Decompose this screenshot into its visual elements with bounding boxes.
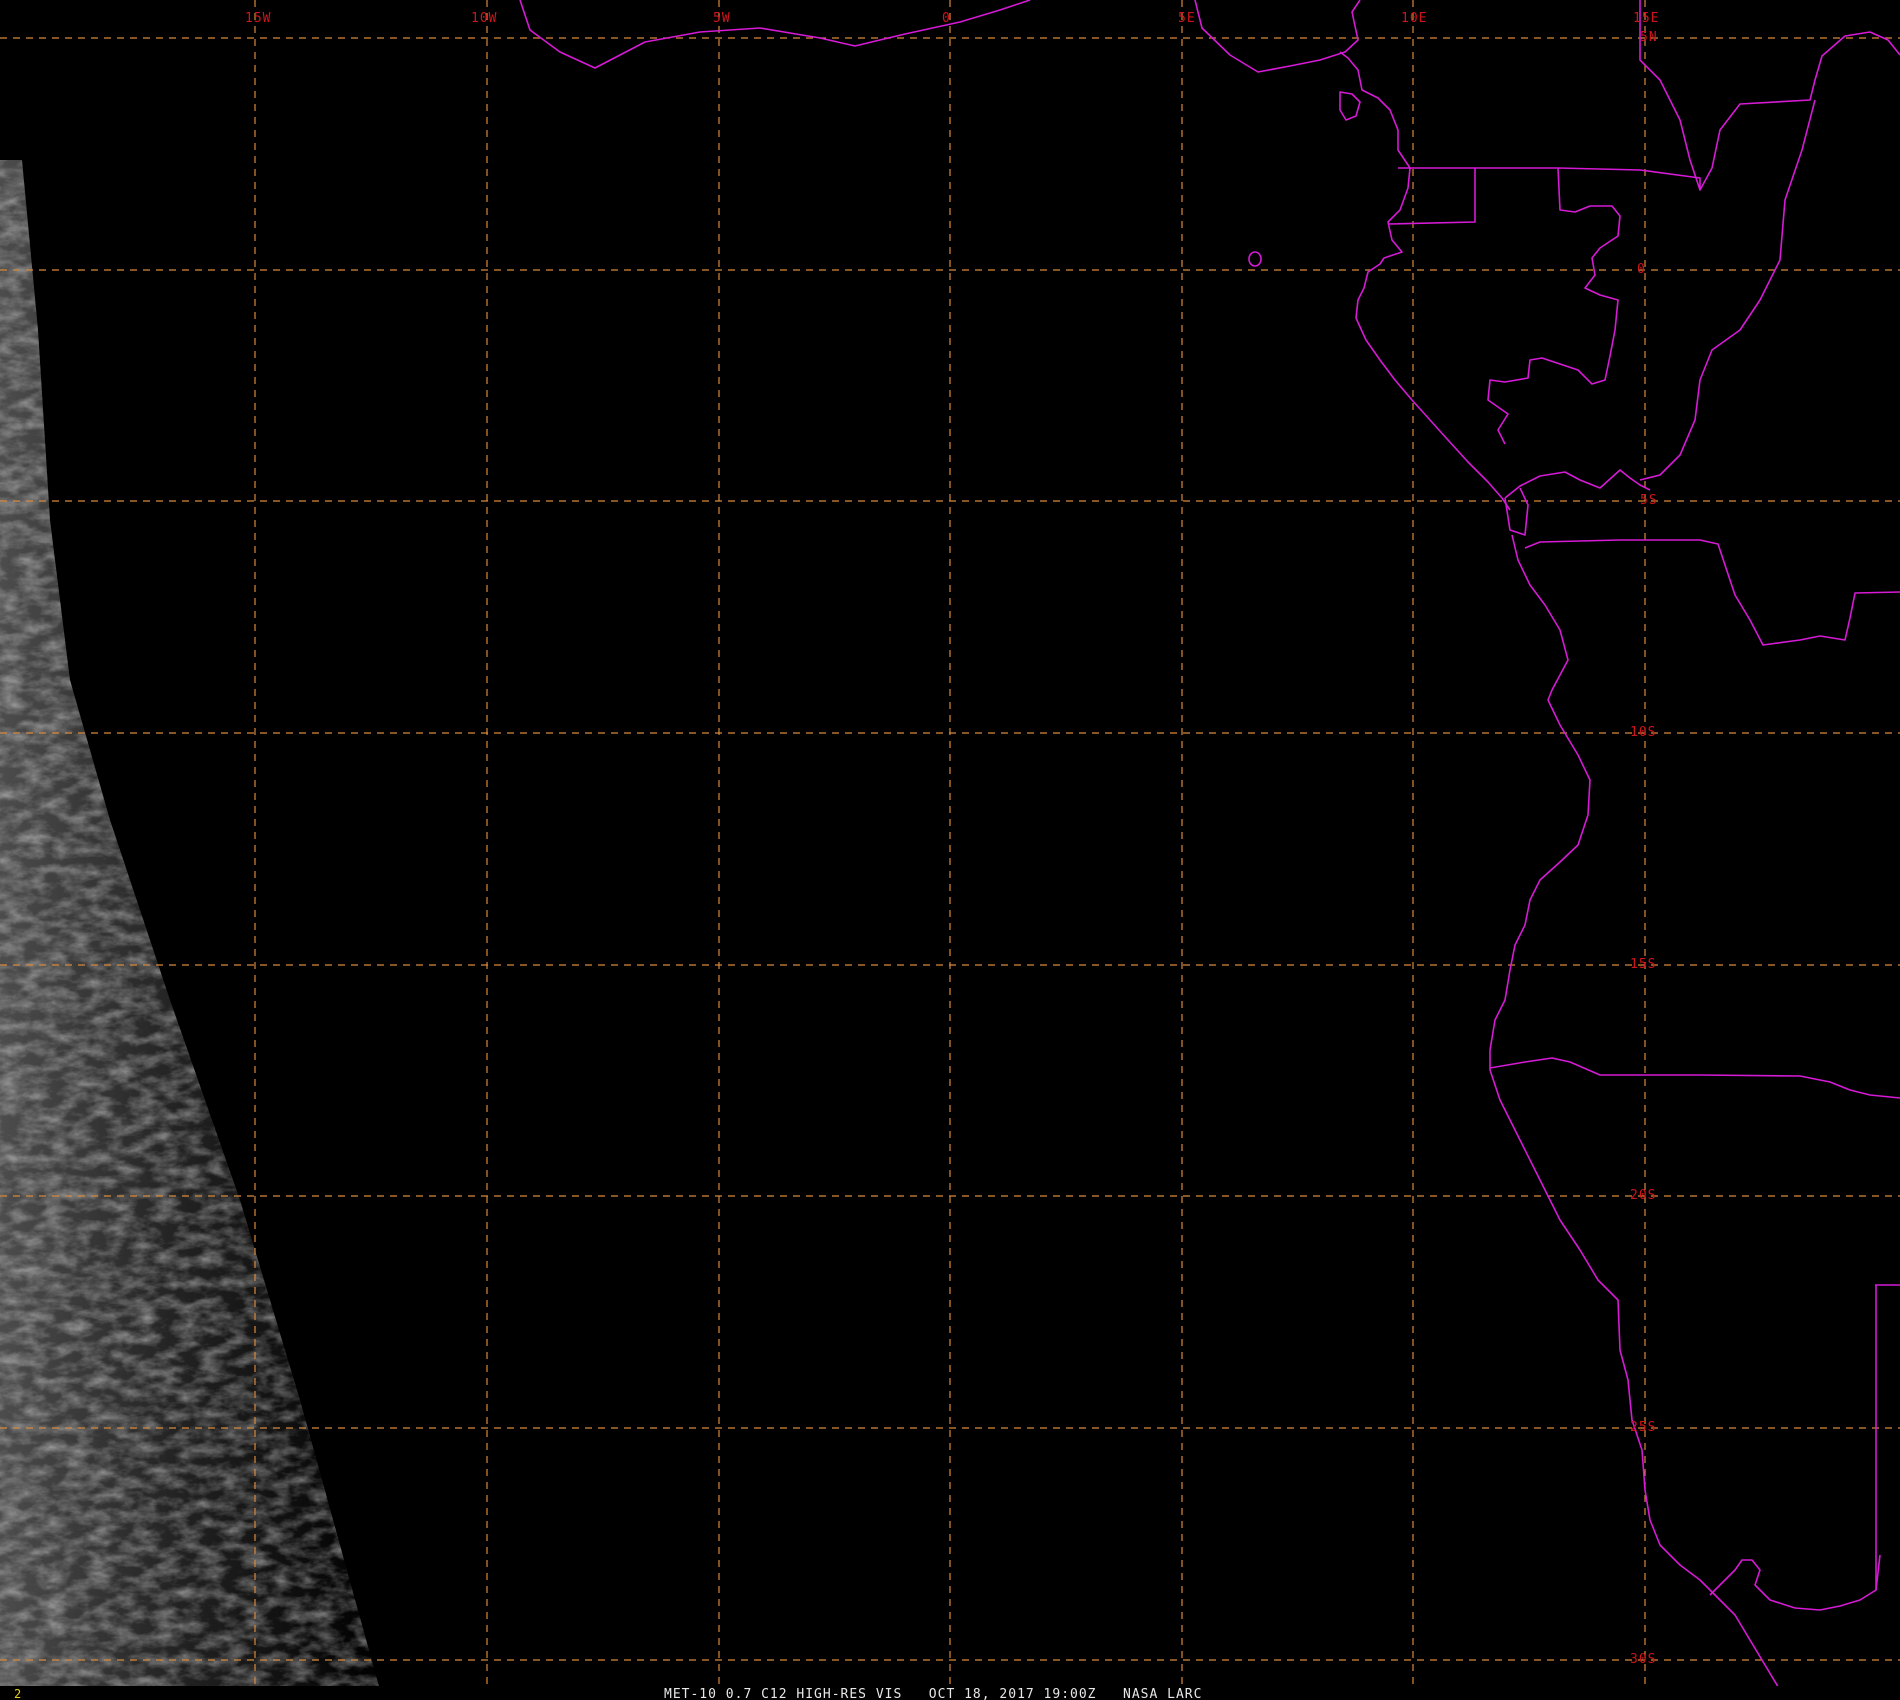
lat-label-5n: 5N [1640, 30, 1658, 45]
drc-angola-border [1524, 539, 1900, 646]
lat-label-20s: 20S [1630, 1188, 1656, 1203]
cameroon-gabon-coast [1339, 51, 1511, 511]
lat-label-10s: 10S [1630, 725, 1656, 740]
gabon-congo-border [1487, 167, 1621, 445]
bioko-island [1339, 91, 1361, 121]
lon-label-15e: 15E [1633, 11, 1659, 26]
cabinda-border [1504, 469, 1651, 499]
image-caption: MET-10 0.7 C12 HIGH-RES VIS OCT 18, 2017… [664, 1687, 1202, 1700]
sao-tome-island [1248, 251, 1262, 267]
lat-label-25s: 25S [1630, 1420, 1656, 1435]
congo-river-border [1639, 99, 1816, 481]
guinea-gulf-coast [1194, 0, 1361, 73]
satellite-map: 15W 10W 5W 0 5E 10E 15E 5N 0 5S 10S 15S … [0, 0, 1900, 1700]
lat-label-15s: 15S [1630, 957, 1656, 972]
lon-label-10e: 10E [1401, 11, 1427, 26]
latitude-labels: 5N 0 5S 10S 15S 20S 25S 30S [1630, 30, 1658, 1667]
namibia-coast [1489, 1069, 1781, 1691]
lat-label-5s: 5S [1640, 493, 1658, 508]
angola-namibia-border [1489, 1057, 1900, 1099]
coastlines-and-borders [519, 0, 1900, 1691]
lat-label-30s: 30S [1630, 1652, 1656, 1667]
footer-bar: 2 MET-10 0.7 C12 HIGH-RES VIS OCT 18, 20… [0, 1686, 1900, 1700]
cameroon-southern-border [1475, 167, 1701, 190]
congo-drc-border [1639, 0, 1900, 191]
equatorial-guinea-border [1387, 167, 1476, 225]
frame-number: 2 [14, 1687, 22, 1700]
lon-label-10w: 10W [471, 11, 497, 26]
namibia-south-africa-border [1709, 1554, 1881, 1611]
lon-label-15w: 15W [245, 11, 271, 26]
namibia-botswana-border [1875, 1284, 1900, 1590]
lat-label-0: 0 [1637, 262, 1646, 277]
lon-label-0: 0 [942, 11, 951, 26]
angola-coast [1489, 534, 1591, 1070]
visible-imagery [0, 160, 380, 1690]
lon-label-5w: 5W [713, 11, 731, 26]
west-africa-coast [519, 0, 1031, 69]
lon-label-5e: 5E [1178, 11, 1196, 26]
